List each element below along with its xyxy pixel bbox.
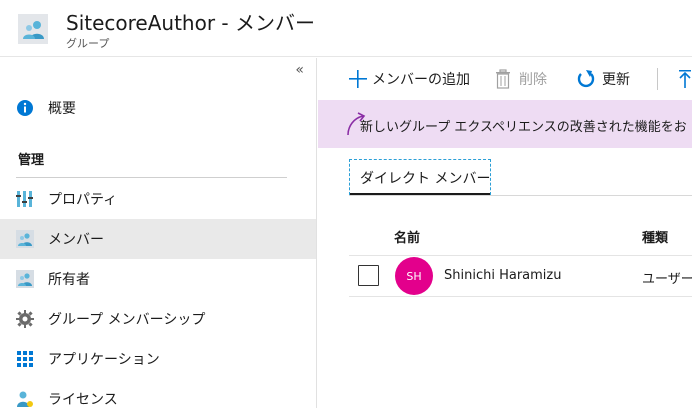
member-name[interactable]: Shinichi Haramizu (444, 268, 561, 283)
sidebar-item-label: 所有者 (48, 272, 90, 288)
page-title: SitecoreAuthor - メンバー (66, 11, 315, 35)
delete-label: 削除 (519, 72, 547, 88)
tab-direct-members[interactable]: ダイレクト メンバー (349, 159, 491, 195)
member-type: ユーザー (642, 272, 692, 287)
refresh-icon (576, 69, 596, 89)
column-header-name[interactable]: 名前 (394, 227, 420, 246)
delete-button[interactable]: 削除 (494, 68, 547, 90)
plus-icon (348, 69, 368, 89)
sidebar-item-applications[interactable]: アプリケーション (0, 339, 316, 379)
trash-icon (494, 69, 512, 89)
refresh-button[interactable]: 更新 (576, 68, 630, 90)
sidebar-item-label: メンバー (48, 232, 104, 248)
tab-label: ダイレクト メンバー (360, 171, 491, 187)
sidebar-item-properties[interactable]: プロパティ (0, 179, 316, 219)
group-icon (18, 14, 48, 44)
sidebar-item-label: グループ メンバーシップ (48, 312, 206, 328)
refresh-label: 更新 (602, 72, 630, 88)
sidebar-item-group-memberships[interactable]: グループ メンバーシップ (0, 299, 316, 339)
section-divider (16, 177, 287, 178)
avatar: SH (395, 257, 433, 295)
info-icon (16, 99, 34, 117)
header-row-divider (349, 255, 692, 256)
sidebar-item-label: プロパティ (48, 192, 118, 208)
sidebar-item-label: 概要 (48, 101, 76, 117)
sidebar-item-label: アプリケーション (48, 352, 160, 368)
add-members-label: メンバーの追加 (372, 72, 470, 88)
upload-button[interactable] (678, 68, 692, 90)
sidebar-item-licenses[interactable]: ライセンス (0, 379, 316, 408)
members-icon (16, 230, 34, 248)
command-bar: メンバーの追加 削除 更新 (318, 58, 692, 100)
sidebar-item-owners[interactable]: 所有者 (0, 259, 316, 299)
add-members-button[interactable]: メンバーの追加 (348, 68, 470, 90)
properties-icon (16, 190, 34, 208)
sidebar-item-overview[interactable]: 概要 (0, 88, 316, 128)
preview-banner[interactable]: 新しいグループ エクスペリエンスの改善された機能をお (318, 100, 692, 148)
page-subtitle: グループ (66, 37, 110, 50)
column-header-type[interactable]: 種類 (642, 227, 668, 246)
banner-text: 新しいグループ エクスペリエンスの改善された機能をお (360, 120, 687, 135)
sidebar-item-members[interactable]: メンバー (0, 219, 316, 259)
apps-grid-icon (16, 350, 34, 368)
page-header: SitecoreAuthor - メンバー グループ (0, 0, 692, 57)
tab-divider (349, 195, 692, 196)
row-divider (349, 296, 692, 297)
row-checkbox[interactable] (358, 265, 379, 286)
section-title-manage: 管理 (18, 153, 45, 168)
toolbar-divider (657, 68, 658, 90)
collapse-sidebar-button[interactable]: « (295, 62, 304, 78)
gear-icon (16, 310, 34, 328)
owners-icon (16, 270, 34, 288)
upload-arrow-icon (678, 69, 692, 89)
license-icon (16, 390, 34, 408)
sidebar: « 概要 管理 プロパティ メンバー 所有者 グループ メンバーシップ アプリケ… (0, 58, 317, 408)
sidebar-item-label: ライセンス (48, 392, 118, 408)
